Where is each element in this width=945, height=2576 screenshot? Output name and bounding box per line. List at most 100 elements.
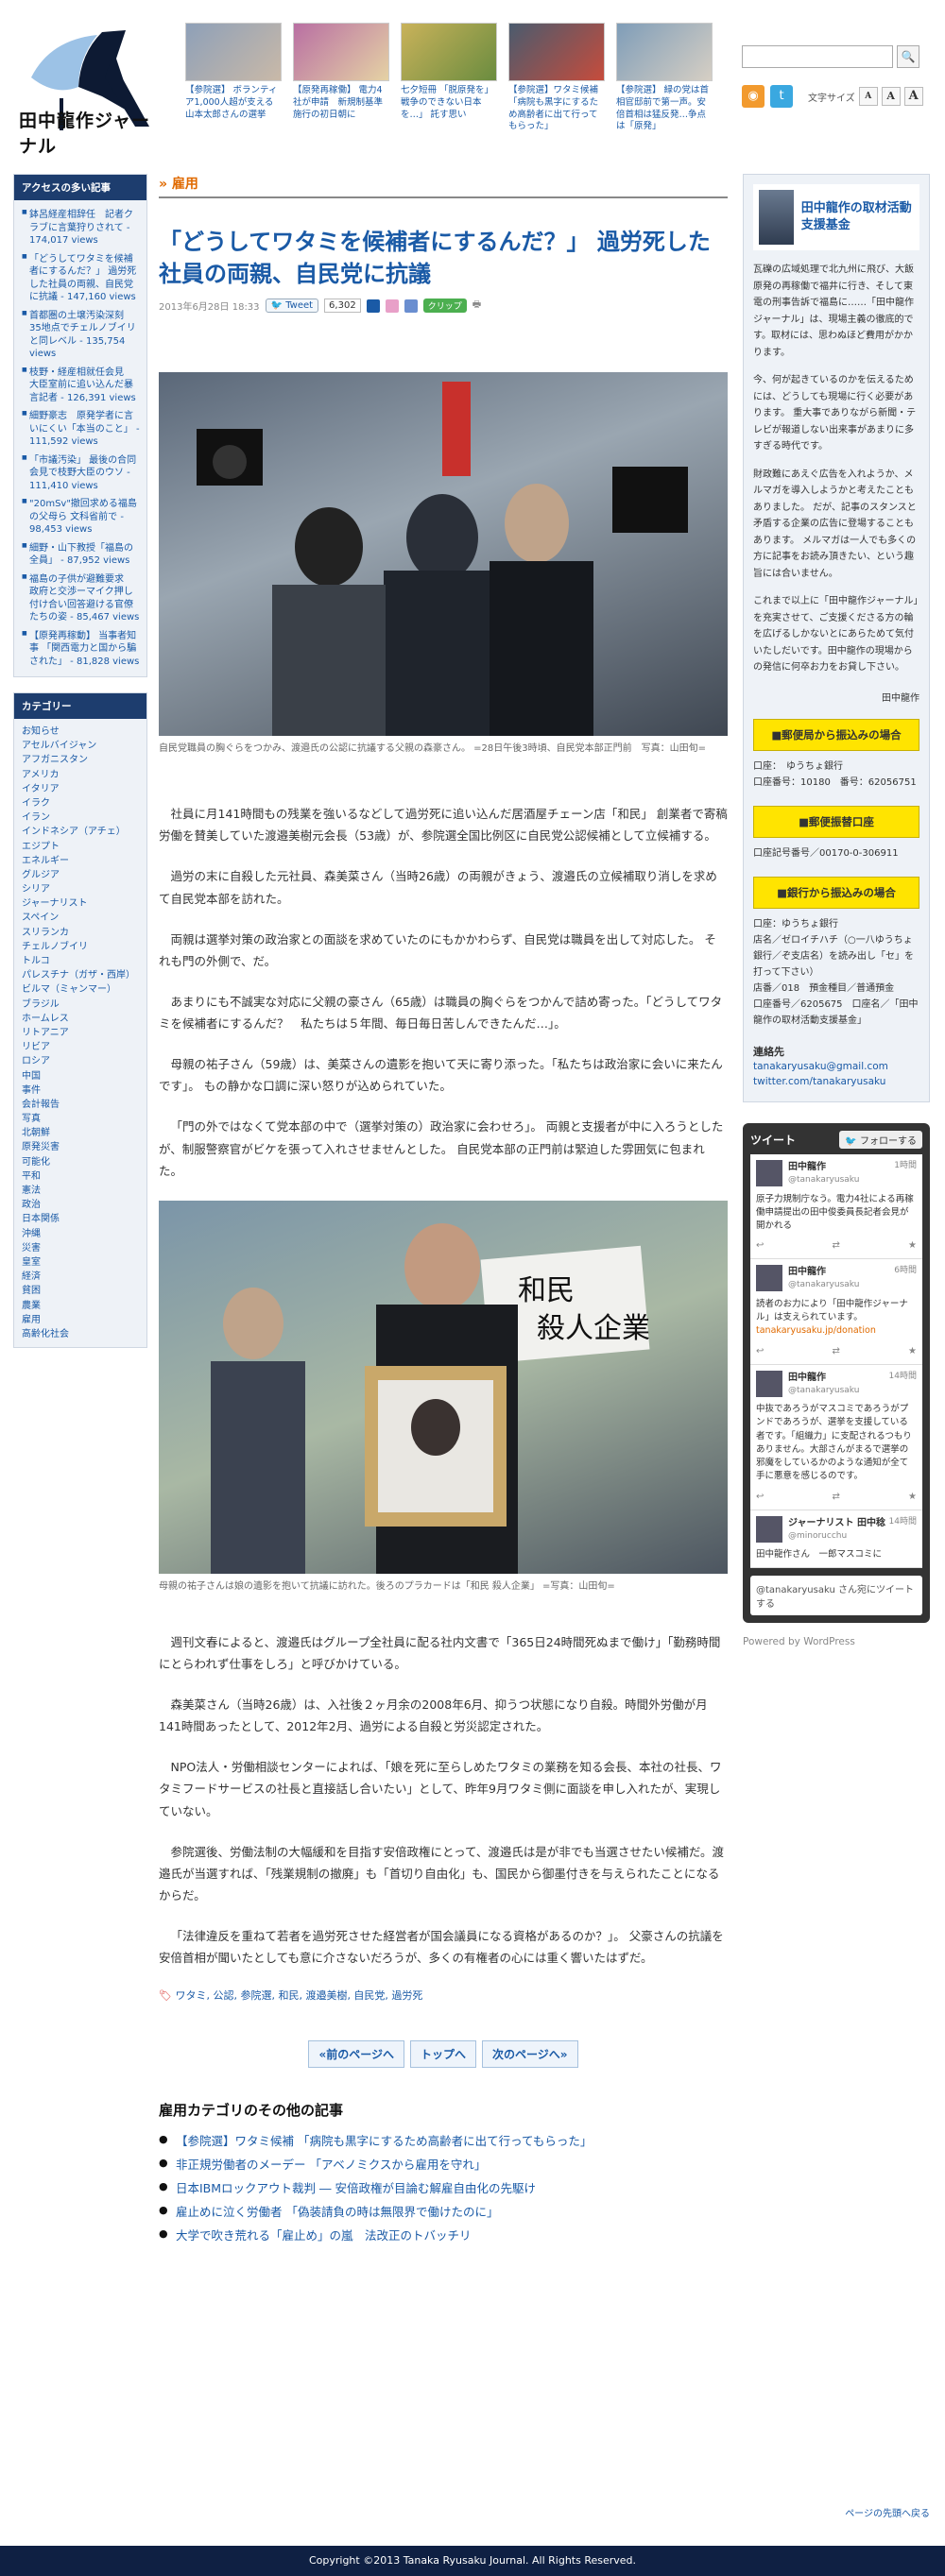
ranking-item[interactable]: 細野豪志 原発学者に言いにくい「本当のこと」 - 111,592 views [22,407,141,452]
category-link[interactable]: 政治 [22,1200,41,1210]
related-item[interactable]: 【参院選】ワタミ候補 「病院も黒字にするため高齢者に出て行ってもらった」 [159,2129,728,2153]
category-item[interactable]: グルジア [22,868,139,882]
category-item[interactable]: アフガニスタン [22,753,139,767]
category-link[interactable]: 平和 [22,1171,41,1182]
related-item[interactable]: 非正規労働者のメーデー 「アベノミクスから雇用を守れ」 [159,2153,728,2176]
prev-page-button[interactable]: «前のページへ [308,2040,404,2069]
ranking-item[interactable]: 「どうしてワタミを候補者にするんだ？」 過労死した社員の両親、自民党に抗議 - … [22,250,141,307]
category-name[interactable]: 雇用 [172,177,198,192]
category-link[interactable]: 貧困 [22,1286,41,1296]
thumb-caption[interactable]: 【参院選】 ボランティア1,000人超が支える山本太郎さんの選挙 [185,85,282,121]
ranking-item[interactable]: 枝野・経産相就任会見 大臣室前に追い込んだ暴言記者 - 126,391 view… [22,364,141,408]
category-item[interactable]: 可能化 [22,1155,139,1169]
category-link[interactable]: ビルマ（ミャンマー） [22,984,116,995]
category-item[interactable]: 北朝鮮 [22,1126,139,1140]
next-page-button[interactable]: 次のページへ» [482,2040,578,2069]
category-link[interactable]: シリア [22,884,50,895]
follow-button[interactable]: 🐦 フォローする [839,1131,922,1150]
category-item[interactable]: 経済 [22,1270,139,1284]
ranking-link[interactable]: 「市議汚染」 最後の合同会見で枝野大臣のウソ - 111,410 views [29,455,136,491]
category-item[interactable]: リビア [22,1040,139,1054]
thumb-image[interactable] [508,23,605,81]
category-item[interactable]: イラン [22,810,139,825]
category-link[interactable]: スペイン [22,913,59,923]
category-link[interactable]: 日本関係 [22,1214,60,1224]
font-size-medium-button[interactable]: A [881,87,901,106]
category-link[interactable]: リトアニア [22,1028,69,1038]
reply-icon[interactable]: ↩ [756,1344,764,1358]
thumb-caption[interactable]: 七夕短冊 「脱原発を」 戦争のできない日本を…」 託す思い [401,85,497,121]
featured-thumb[interactable]: 【原発再稼働】 電力4社が申請 新規制基準施行の初日朝に [293,23,389,145]
category-item[interactable]: 雇用 [22,1313,139,1327]
category-item[interactable]: インドネシア（アチェ） [22,825,139,839]
ranking-item[interactable]: 鉢呂経産相辞任 記者クラブに言葉狩りされて - 174,017 views [22,206,141,250]
contact-email[interactable]: tanakaryusaku@gmail.com [753,1059,919,1075]
avatar[interactable] [756,1265,782,1292]
category-item[interactable]: ビルマ（ミャンマー） [22,982,139,997]
related-link[interactable]: 【参院選】ワタミ候補 「病院も黒字にするため高齢者に出て行ってもらった」 [176,2134,592,2148]
category-item[interactable]: トルコ [22,954,139,968]
category-link[interactable]: 北朝鮮 [22,1128,50,1138]
category-link[interactable]: 中国 [22,1071,41,1082]
category-item[interactable]: ロシア [22,1054,139,1068]
hatena-bookmark-icon[interactable] [366,299,380,313]
category-link[interactable]: 原発災害 [22,1142,60,1152]
rss-icon[interactable]: ◉ [742,85,765,108]
category-item[interactable]: スペイン [22,911,139,925]
category-item[interactable]: 中国 [22,1069,139,1083]
tweet-link[interactable]: tanakaryusaku.jp/donation [756,1325,876,1336]
postal-transfer-button[interactable]: ■郵便局から振込みの場合 [753,718,919,751]
category-link[interactable]: ブラジル [22,999,60,1010]
category-item[interactable]: 事件 [22,1083,139,1098]
category-link[interactable]: 憲法 [22,1186,41,1196]
tweet-time[interactable]: 1時間 [894,1160,917,1173]
favorite-icon[interactable]: ★ [908,1344,917,1358]
category-link[interactable]: 可能化 [22,1157,50,1168]
favorite-icon[interactable]: ★ [908,1490,917,1504]
category-link[interactable]: ロシア [22,1056,50,1066]
ranking-link[interactable]: 鉢呂経産相辞任 記者クラブに言葉狩りされて - 174,017 views [29,210,133,246]
clip-button[interactable]: クリップ [422,299,467,314]
category-link[interactable]: グルジア [22,870,60,880]
contact-twitter[interactable]: twitter.com/tanakaryusaku [753,1074,919,1090]
postal-account-button[interactable]: ■郵便振替口座 [753,805,919,838]
category-item[interactable]: ホームレス [22,1012,139,1026]
ranking-link[interactable]: 細野・山下教授「福島の全員」 - 87,952 views [29,543,133,567]
category-item[interactable]: アセルバイジャン [22,739,139,753]
category-link[interactable]: 高齢化社会 [22,1329,69,1339]
category-link[interactable]: 事件 [22,1085,41,1096]
category-item[interactable]: 会計報告 [22,1098,139,1112]
featured-thumb[interactable]: 七夕短冊 「脱原発を」 戦争のできない日本を…」 託す思い [401,23,497,145]
category-link[interactable]: お知らせ [22,726,60,737]
ranking-item[interactable]: 首都圏の土壌汚染深刻 35地点でチェルノブイリと同レベル - 135,754 v… [22,307,141,364]
category-link[interactable]: 皇室 [22,1257,41,1268]
bank-transfer-button[interactable]: ■銀行から振込みの場合 [753,876,919,909]
category-item[interactable]: 写真 [22,1112,139,1126]
ranking-link[interactable]: "20mSv"撤回求める福島の父母ら 文科省前で - 98,453 views [29,499,137,535]
category-item[interactable]: ブラジル [22,998,139,1012]
thumb-caption[interactable]: 【参院選】 緑の党は首相官邸前で第一声。安倍首相は猛反発…争点は「原発」 [616,85,713,133]
avatar[interactable] [756,1515,782,1543]
category-item[interactable]: エネルギー [22,854,139,868]
category-item[interactable]: 沖縄 [22,1227,139,1241]
category-link[interactable]: リビア [22,1042,50,1052]
category-link[interactable]: 会計報告 [22,1100,60,1110]
category-link[interactable]: 沖縄 [22,1229,41,1239]
tweet[interactable]: ジャーナリスト 田中稔 @minorucchu 14時間 田中龍作さん 一郎マス… [750,1510,922,1569]
tweet-time[interactable]: 14時間 [889,1516,917,1529]
featured-thumb[interactable]: 【参院選】ワタミ候補 「病院も黒字にするため高齢者に出て行ってもらった」 [508,23,605,145]
category-link[interactable]: インドネシア（アチェ） [22,827,126,837]
ranking-link[interactable]: 枝野・経産相就任会見 大臣室前に追い込んだ暴言記者 - 126,391 view… [29,367,136,403]
category-link[interactable]: スリランカ [22,928,69,938]
site-logo[interactable]: 田中龍作ジャーナル [17,21,168,158]
category-item[interactable]: チェルノブイリ [22,940,139,954]
category-link[interactable]: アセルバイジャン [22,741,96,751]
category-link[interactable]: 災害 [22,1243,41,1254]
category-link[interactable]: ジャーナリスト [22,898,88,909]
tweet[interactable]: 田中龍作 @tanakaryusaku 6時間 読者のお力により「田中龍作ジャー… [750,1259,922,1365]
related-link[interactable]: 大学で吹き荒れる「雇止め」の嵐 法改正のトバッチリ [176,2228,472,2243]
support-banner[interactable]: 田中龍作の取材活動支援基金 [753,184,919,250]
bookmark-icon[interactable] [404,299,418,313]
powered-by[interactable]: Powered by WordPress [743,1636,930,1647]
retweet-icon[interactable]: ⇄ [833,1238,840,1253]
